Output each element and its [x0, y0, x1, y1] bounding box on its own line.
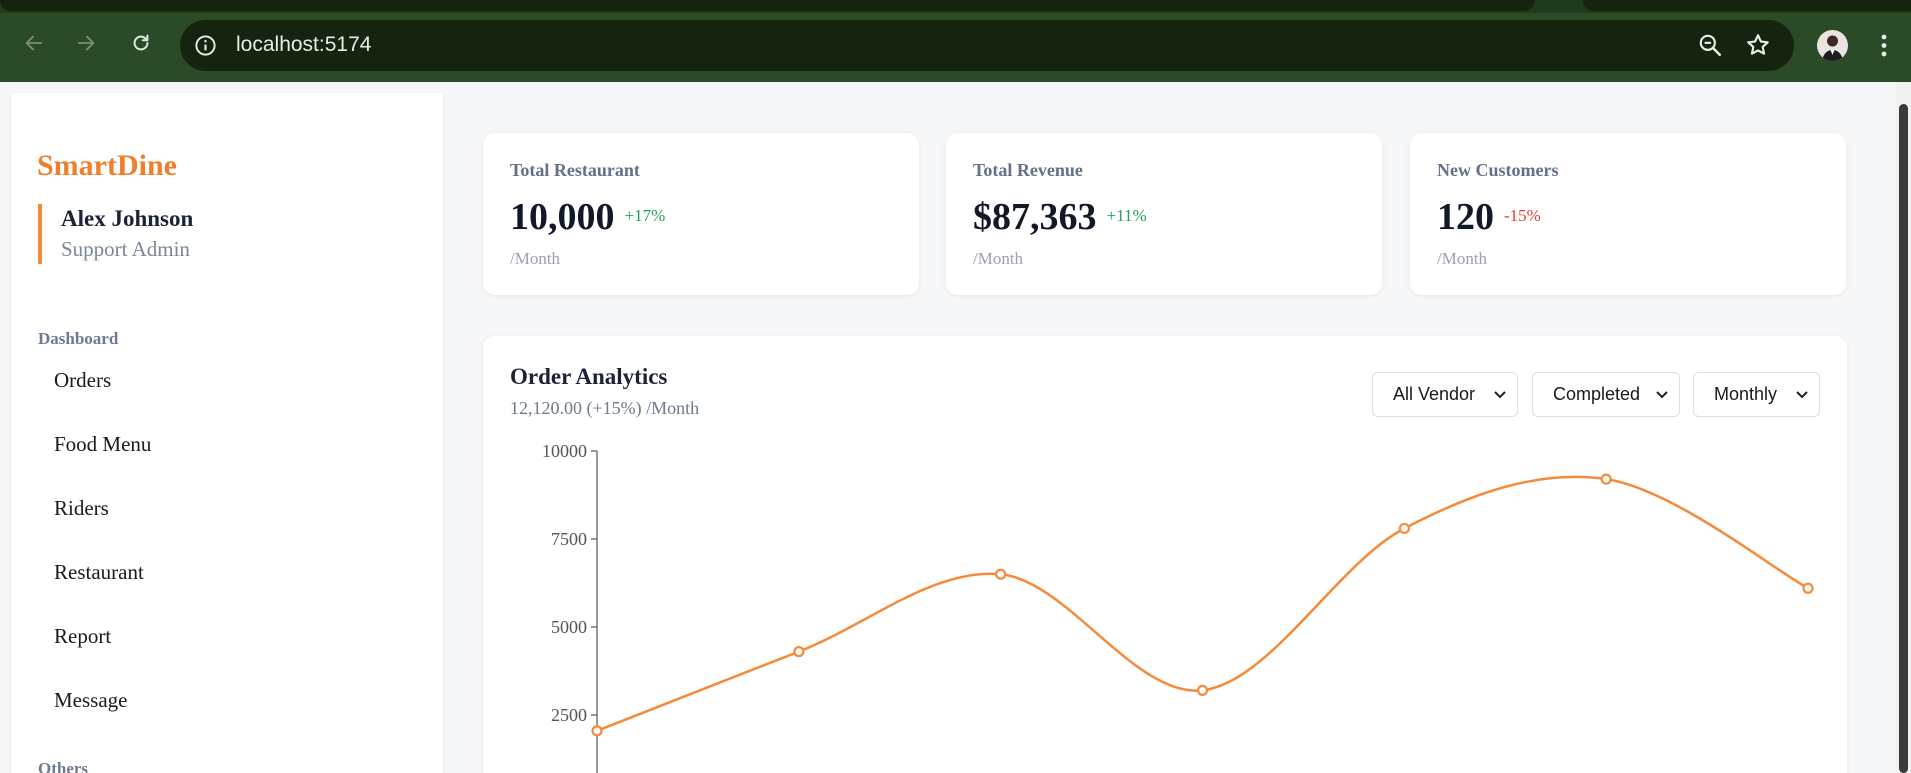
address-bar[interactable]: localhost:5174 [180, 20, 1794, 71]
brand-logo[interactable]: SmartDine [37, 149, 177, 183]
scrollbar-thumb[interactable] [1899, 104, 1908, 773]
y-tick-label: 5000 [551, 617, 587, 637]
sidebar-item-message[interactable]: Message [54, 688, 127, 713]
zoom-icon[interactable] [1697, 32, 1723, 58]
order-analytics-card: Order Analytics 12,120.00 (+15%) /Month … [483, 336, 1847, 773]
sidebar: SmartDine Alex Johnson Support Admin Das… [11, 93, 443, 773]
data-point [1802, 582, 1814, 594]
site-info-icon[interactable] [194, 34, 217, 57]
more-menu-icon[interactable] [1874, 30, 1894, 61]
stat-value-row: 120 -15% [1437, 195, 1541, 239]
back-icon[interactable] [20, 29, 48, 57]
stat-card-total-restaurant: Total Restaurant 10,000 +17% /Month [483, 133, 919, 295]
url-text[interactable]: localhost:5174 [236, 33, 371, 57]
user-name: Alex Johnson [61, 206, 194, 231]
y-tick-label: 7500 [551, 529, 587, 549]
tab-strip [0, 0, 1911, 13]
sidebar-item-riders[interactable]: Riders [54, 496, 109, 521]
stat-value: $87,363 [973, 196, 1097, 238]
user-profile: Alex Johnson Support Admin [38, 204, 193, 264]
stat-title: Total Revenue [973, 160, 1083, 180]
bookmark-star-icon[interactable] [1745, 32, 1771, 58]
order-analytics-chart: 10000 7500 5000 2500 [542, 441, 1814, 773]
data-point [591, 725, 603, 737]
user-role: Support Admin [61, 237, 190, 261]
scrollbar[interactable] [1896, 82, 1911, 773]
stat-title: New Customers [1437, 160, 1559, 180]
browser-chrome: localhost:5174 [0, 0, 1911, 82]
stat-change: -15% [1504, 206, 1541, 225]
data-point [995, 568, 1007, 580]
sidebar-item-restaurant[interactable]: Restaurant [54, 560, 144, 585]
profile-avatar[interactable] [1817, 30, 1848, 61]
y-tick-label: 2500 [551, 705, 587, 725]
other-tab[interactable] [1583, 0, 1911, 11]
forward-icon[interactable] [72, 29, 100, 57]
stat-period: /Month [1437, 249, 1488, 268]
stat-card-total-revenue: Total Revenue $87,363 +11% /Month [946, 133, 1382, 295]
active-tab[interactable] [0, 0, 1535, 11]
stat-card-new-customers: New Customers 120 -15% /Month [1410, 133, 1846, 295]
stat-period: /Month [510, 249, 561, 268]
reload-icon[interactable] [127, 29, 155, 57]
sidebar-item-orders[interactable]: Orders [54, 368, 111, 393]
section-label-dashboard: Dashboard [38, 329, 119, 348]
data-point [793, 646, 805, 658]
stat-value-row: 10,000 +17% [510, 195, 665, 239]
page-viewport: SmartDine Alex Johnson Support Admin Das… [0, 82, 1896, 773]
sidebar-item-food-menu[interactable]: Food Menu [54, 432, 151, 457]
stat-change: +11% [1106, 206, 1147, 225]
data-point [1196, 684, 1209, 696]
data-point [1600, 473, 1612, 485]
stat-change: +17% [624, 206, 666, 225]
stat-value: 120 [1437, 196, 1494, 238]
stat-value-row: $87,363 +11% [973, 195, 1147, 239]
data-point [1398, 522, 1410, 535]
stat-value: 10,000 [510, 196, 615, 238]
stat-period: /Month [973, 249, 1024, 268]
stat-title: Total Restaurant [510, 160, 640, 180]
section-label-others: Others [38, 759, 89, 773]
sidebar-item-report[interactable]: Report [54, 624, 111, 649]
y-tick-label: 10000 [542, 441, 587, 461]
